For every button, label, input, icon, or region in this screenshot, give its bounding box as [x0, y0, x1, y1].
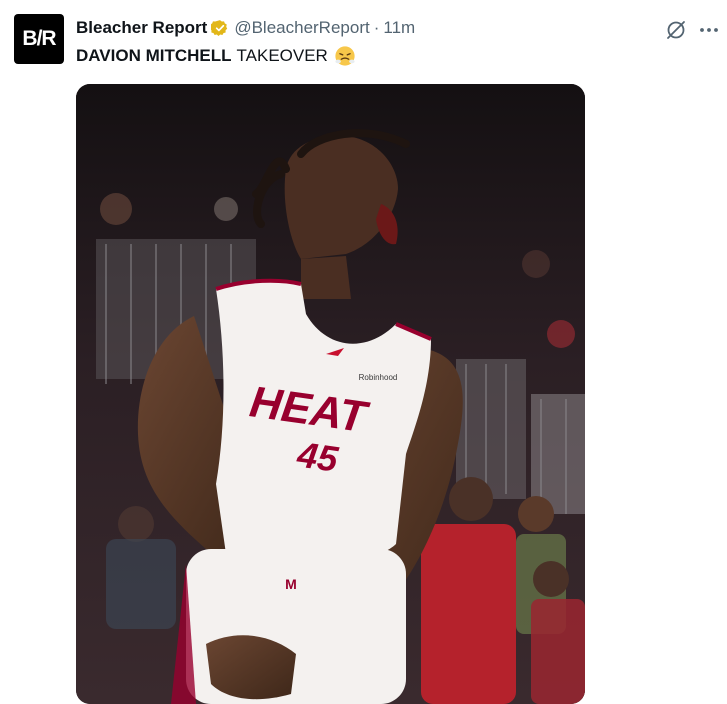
- verified-badge-icon[interactable]: [210, 19, 229, 37]
- shorts-logo-text: M: [285, 576, 297, 592]
- tweet-media-image[interactable]: HEAT 45 Robinhood M: [76, 84, 585, 704]
- author-name[interactable]: Bleacher Report: [76, 18, 207, 38]
- tweet-text-rest: TAKEOVER: [236, 46, 328, 65]
- jersey-sponsor-text: Robinhood: [359, 373, 398, 382]
- tweet-text: DAVION MITCHELL TAKEOVER: [76, 45, 356, 67]
- more-icon[interactable]: [697, 18, 721, 42]
- timestamp[interactable]: 11m: [383, 18, 415, 38]
- tweet-text-bold: DAVION MITCHELL: [76, 46, 232, 65]
- avatar[interactable]: B/R: [14, 14, 64, 64]
- steam-face-emoji-icon: [334, 45, 356, 67]
- avatar-logo-text: B/R: [22, 27, 56, 50]
- tweet-header: Bleacher Report @BleacherReport · 11m: [76, 17, 415, 39]
- grok-icon[interactable]: [664, 18, 688, 42]
- author-handle[interactable]: @BleacherReport: [234, 18, 369, 38]
- separator-dot: ·: [373, 18, 380, 37]
- jersey-number-text: 45: [294, 433, 341, 479]
